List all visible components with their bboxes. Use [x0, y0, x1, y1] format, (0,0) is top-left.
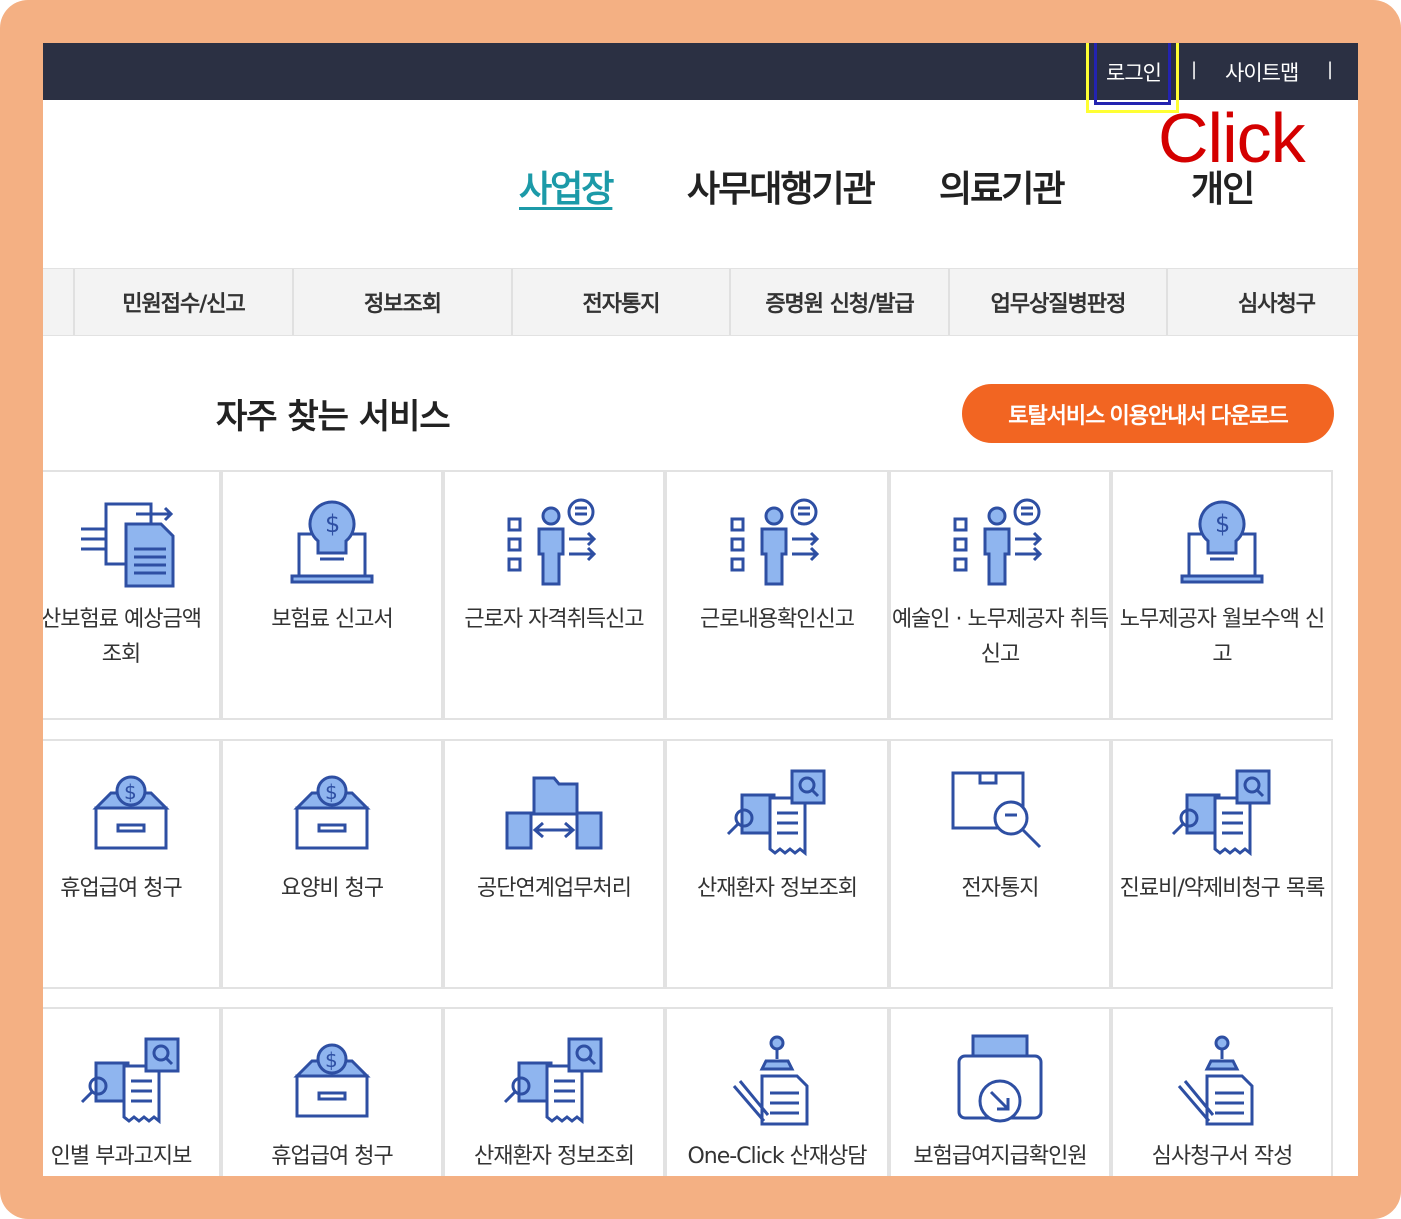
service-label: 노무제공자 월보수액 신고	[1119, 607, 1325, 667]
service-card[interactable]: 전자통지	[889, 739, 1111, 989]
service-card[interactable]: 근로자 자격취득신고	[443, 470, 665, 720]
service-label: 휴업급여 청구	[271, 1144, 393, 1169]
service-label: 근로내용확인신고	[700, 607, 855, 632]
service-label: One-Click 산재상담	[687, 1144, 867, 1169]
service-card[interactable]: 예술인 · 노무제공자 취득신고	[889, 470, 1111, 720]
svg-text:$: $	[1215, 510, 1230, 538]
service-card[interactable]: One-Click 산재상담	[665, 1007, 889, 1176]
service-label: 전자통지	[961, 876, 1040, 901]
printer-icon	[945, 1031, 1055, 1131]
separator: |	[1327, 59, 1334, 80]
service-card[interactable]: 심사청구서 작성	[1111, 1007, 1333, 1176]
stamp-document-icon	[722, 1031, 832, 1131]
browser-viewport: 로그인 | 사이트맵 | 사업장 사무대행기관 의료기관 개인 Click 민원…	[43, 43, 1358, 1176]
tab-agency[interactable]: 사무대행기관	[687, 160, 876, 212]
service-label: 예술인 · 노무제공자 취득신고	[891, 607, 1109, 667]
service-card[interactable]: 진료비/약제비청구 목록	[1111, 739, 1333, 989]
service-card[interactable]: 보험급여지급확인원	[889, 1007, 1111, 1176]
document-search-icon	[1167, 763, 1277, 863]
service-label: 근로자 자격취득신고	[464, 607, 644, 632]
box-search-icon	[945, 763, 1055, 863]
menu-complaint[interactable]: 민원접수/신고	[73, 269, 292, 335]
service-label: 진료비/약제비청구 목록	[1119, 876, 1326, 901]
folder-exchange-icon	[499, 763, 609, 863]
screenshot-frame: 로그인 | 사이트맵 | 사업장 사무대행기관 의료기관 개인 Click 민원…	[0, 0, 1401, 1219]
tab-business[interactable]: 사업장	[519, 160, 614, 212]
service-card[interactable]: $ 휴업급여 청구	[221, 1007, 443, 1176]
svg-text:$: $	[325, 1048, 338, 1072]
presenter-checklist-icon	[499, 494, 609, 594]
service-card[interactable]: 산재환자 정보조회	[665, 739, 889, 989]
document-search-icon	[499, 1031, 609, 1131]
service-card[interactable]: 산재환자 정보조회	[443, 1007, 665, 1176]
service-card[interactable]: 근로내용확인신고	[665, 470, 889, 720]
laptop-money-icon: $	[277, 494, 387, 594]
service-label: 심사청구서 작성	[1151, 1144, 1294, 1169]
service-label: 휴업급여 청구	[60, 876, 182, 901]
svg-text:$: $	[325, 780, 338, 804]
menu-e-notice[interactable]: 전자통지	[511, 269, 729, 335]
service-card[interactable]: $ 노무제공자 월보수액 신고	[1111, 470, 1333, 720]
money-box-icon: $	[277, 1031, 387, 1131]
presenter-checklist-icon	[722, 494, 832, 594]
separator: |	[1191, 59, 1198, 80]
tab-medical[interactable]: 의료기관	[939, 160, 1065, 212]
service-label: 공단연계업무처리	[477, 876, 632, 901]
money-box-icon: $	[76, 763, 186, 863]
menu-disease[interactable]: 업무상질병판정	[948, 269, 1166, 335]
service-label: 산재환자 정보조회	[474, 1144, 635, 1169]
document-search-icon	[76, 1031, 186, 1131]
service-card[interactable]: 인별 부과고지보	[43, 1007, 221, 1176]
service-label: 보험료 신고서	[271, 607, 393, 632]
service-label: 요양비 청구	[280, 876, 384, 901]
service-card[interactable]: $ 보험료 신고서	[221, 470, 443, 720]
main-menu-bar: 민원접수/신고 정보조회 전자통지 증명원 신청/발급 업무상질병판정 심사청구	[43, 268, 1358, 336]
stamp-document-icon	[1167, 1031, 1277, 1131]
service-label: 산재환자 정보조회	[697, 876, 858, 901]
service-label: 인별 부과고지보	[50, 1144, 193, 1169]
service-card[interactable]: $ 요양비 청구	[221, 739, 443, 989]
money-box-icon: $	[277, 763, 387, 863]
svg-text:$: $	[325, 510, 340, 538]
click-annotation: Click	[1158, 99, 1306, 177]
document-search-icon	[722, 763, 832, 863]
document-transfer-icon	[76, 494, 186, 594]
svg-text:$: $	[124, 780, 137, 804]
section-title: 자주 찾는 서비스	[216, 397, 451, 437]
service-card[interactable]: $ 휴업급여 청구	[43, 739, 221, 989]
menu-certificate[interactable]: 증명원 신청/발급	[729, 269, 948, 335]
menu-appeal[interactable]: 심사청구	[1166, 269, 1358, 335]
sitemap-link[interactable]: 사이트맵	[1225, 57, 1299, 87]
menu-info[interactable]: 정보조회	[292, 269, 511, 335]
download-guide-button[interactable]: 토탈서비스 이용안내서 다운로드	[962, 384, 1334, 443]
presenter-checklist-icon	[945, 494, 1055, 594]
laptop-money-icon: $	[1167, 494, 1277, 594]
service-label: 산보험료 예상금액 조회	[43, 607, 202, 667]
service-label: 보험급여지급확인원	[913, 1144, 1087, 1169]
service-card[interactable]: 공단연계업무처리	[443, 739, 665, 989]
service-card[interactable]: 산보험료 예상금액 조회	[43, 470, 221, 720]
